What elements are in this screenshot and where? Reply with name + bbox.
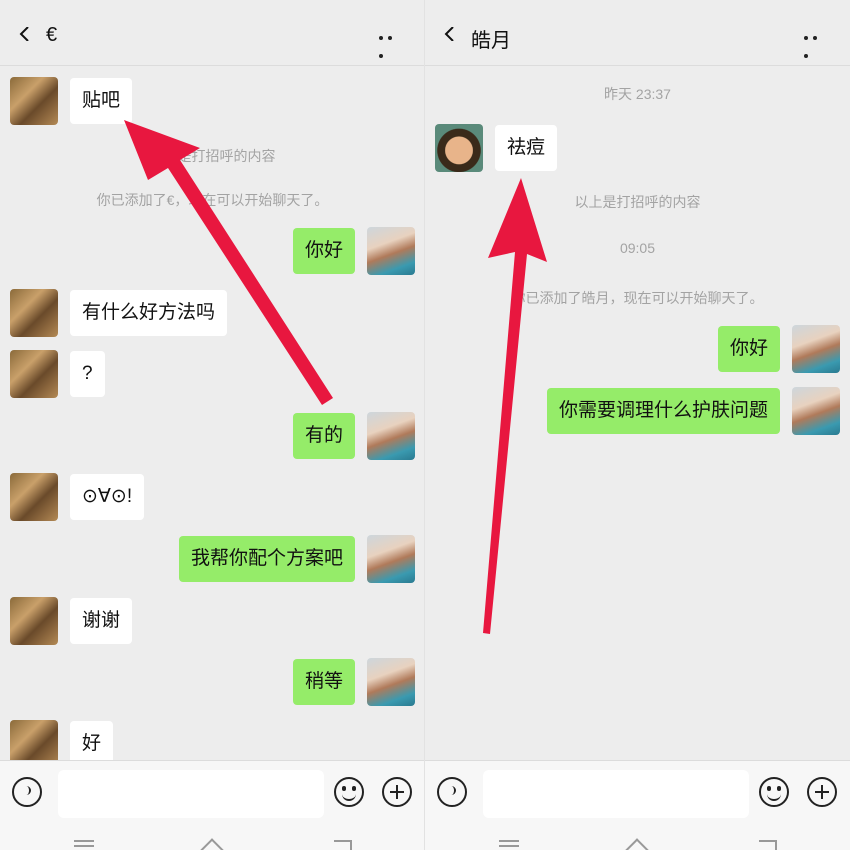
message-bubble[interactable]: 你好	[717, 326, 780, 372]
message-bubble[interactable]: 你好	[292, 228, 355, 274]
message-bubble[interactable]: 稍等	[292, 659, 355, 705]
chevron-left-icon[interactable]	[18, 27, 32, 41]
nav-home-icon[interactable]	[624, 838, 650, 850]
input-bar	[425, 760, 850, 827]
avatar[interactable]	[10, 77, 58, 125]
chat-title: €	[46, 24, 58, 46]
chat-title: 皓月	[471, 30, 511, 52]
system-nav-bar	[425, 826, 850, 850]
avatar[interactable]	[792, 387, 840, 435]
message-bubble[interactable]: ?	[70, 351, 105, 397]
chat-header: €	[0, 0, 425, 66]
chevron-left-icon[interactable]	[443, 27, 457, 41]
avatar[interactable]	[792, 325, 840, 373]
system-message: 你已添加了€，现在可以开始聊天了。	[96, 192, 329, 208]
timestamp: 昨天 23:37	[604, 86, 671, 102]
input-bar	[0, 760, 425, 827]
nav-back-icon[interactable]	[759, 840, 777, 850]
left-chat-panel: € 贴吧 以上是打招呼的内容 你已添加了€，现在可以开始聊天了。 你好 有什么好…	[0, 0, 425, 850]
message-bubble[interactable]: ⊙∀⊙!	[70, 474, 145, 520]
avatar[interactable]	[10, 289, 58, 337]
system-message: 以上是打招呼的内容	[574, 194, 701, 210]
system-message: 你已添加了皓月，现在可以开始聊天了。	[511, 290, 764, 306]
nav-menu-icon[interactable]	[74, 840, 94, 842]
message-received: 谢谢	[10, 597, 133, 645]
more-dots-icon[interactable]	[804, 36, 830, 58]
message-sent: 稍等	[292, 658, 415, 706]
avatar[interactable]	[367, 658, 415, 706]
message-bubble[interactable]: 贴吧	[70, 78, 133, 124]
avatar[interactable]	[10, 597, 58, 645]
message-bubble[interactable]: 有的	[292, 413, 355, 459]
right-chat-panel: 皓月 昨天 23:37 祛痘 以上是打招呼的内容 09:05 你已添加了皓月，现…	[425, 0, 850, 850]
nav-home-icon[interactable]	[199, 838, 225, 850]
message-bubble[interactable]: 有什么好方法吗	[70, 290, 228, 336]
timestamp: 09:05	[619, 240, 656, 256]
chat-header: 皓月	[425, 0, 850, 66]
plus-icon[interactable]	[382, 777, 412, 807]
avatar[interactable]	[10, 350, 58, 398]
avatar[interactable]	[367, 535, 415, 583]
avatar[interactable]	[435, 124, 483, 172]
message-sent: 你需要调理什么护肤问题	[546, 387, 840, 435]
message-sent: 我帮你配个方案吧	[178, 535, 415, 583]
message-received: ⊙∀⊙!	[10, 473, 145, 521]
avatar[interactable]	[367, 412, 415, 460]
message-received: ?	[10, 350, 105, 398]
more-dots-icon[interactable]	[379, 36, 405, 58]
voice-icon[interactable]	[437, 777, 467, 807]
nav-menu-icon[interactable]	[499, 840, 519, 842]
message-received: 贴吧	[10, 77, 133, 125]
emoji-icon[interactable]	[759, 777, 789, 807]
message-bubble[interactable]: 谢谢	[70, 598, 133, 644]
message-sent: 你好	[717, 325, 840, 373]
message-bubble[interactable]: 你需要调理什么护肤问题	[546, 388, 780, 434]
message-received: 有什么好方法吗	[10, 289, 228, 337]
nav-back-icon[interactable]	[334, 840, 352, 850]
message-bubble[interactable]: 我帮你配个方案吧	[178, 536, 355, 582]
message-sent: 有的	[292, 412, 415, 460]
voice-icon[interactable]	[12, 777, 42, 807]
system-nav-bar	[0, 826, 425, 850]
message-received: 祛痘	[435, 124, 558, 172]
avatar[interactable]	[367, 227, 415, 275]
message-sent: 你好	[292, 227, 415, 275]
system-message: 以上是打招呼的内容	[149, 148, 276, 164]
message-bubble[interactable]: 祛痘	[495, 125, 558, 171]
message-input[interactable]	[58, 770, 324, 818]
plus-icon[interactable]	[807, 777, 837, 807]
emoji-icon[interactable]	[334, 777, 364, 807]
avatar[interactable]	[10, 473, 58, 521]
message-input[interactable]	[483, 770, 749, 818]
